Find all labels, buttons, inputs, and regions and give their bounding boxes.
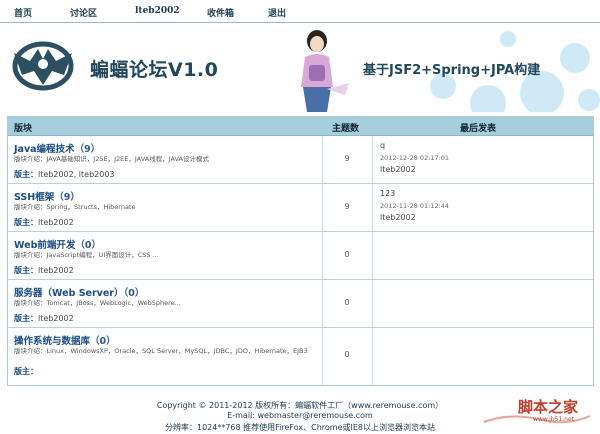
- board-moderators: 版主：lteb2002: [14, 314, 74, 323]
- board-name-link[interactable]: 服务器（Web Server）（0）: [14, 285, 144, 299]
- board-description: 版块介绍：Linux，WindowsXP，Oracle，SQL Server，M…: [14, 347, 308, 355]
- board-moderators: 版主：: [14, 367, 38, 376]
- topic-count: 0: [344, 250, 350, 259]
- nav-forum[interactable]: 讨论区: [70, 6, 97, 19]
- watermark-text: 脚本之家: [517, 398, 578, 416]
- last-post-user[interactable]: lteb2002: [380, 213, 416, 222]
- board-description: 版块介绍：JavaScript编程，UI界面设计，CSS ...: [14, 251, 159, 259]
- banner-slogan: 基于JSF2+Spring+JPA构建: [363, 63, 541, 78]
- bat-logo-icon: [12, 41, 74, 91]
- header-board: 版块: [14, 124, 33, 134]
- board-moderators: 版主：lteb2002, lteb2003: [14, 170, 115, 179]
- topic-count: 9: [344, 154, 350, 163]
- board-name-link[interactable]: Web前端开发（0）: [14, 237, 101, 251]
- header-topics: 主题数: [332, 124, 360, 134]
- board-description: 版块介绍：Tomcat，JBoss，WebLogic，WebSphere...: [14, 299, 181, 307]
- decor-bubble: [500, 31, 516, 47]
- table-row: Java编程技术（9） 版块介绍：JAVA基础知识，J2SE，J2EE，JAVA…: [8, 136, 593, 184]
- board-description: 版块介绍：JAVA基础知识，J2SE，J2EE，JAVA线程，JAVA设计模式: [14, 155, 209, 163]
- board-name-link[interactable]: Java编程技术（9）: [14, 141, 100, 155]
- nav-logout[interactable]: 退出: [268, 6, 286, 19]
- forum-title: 蝙蝠论坛V1.0: [90, 59, 219, 81]
- topic-count: 0: [344, 298, 350, 307]
- decor-bubble: [560, 43, 590, 73]
- nav-home[interactable]: 首页: [14, 6, 32, 19]
- last-post-time: 2012-12-28 02:17:01: [380, 154, 450, 162]
- last-post-title[interactable]: q: [380, 141, 385, 150]
- topic-count: 9: [344, 202, 350, 211]
- board-table: 版块 主题数 最后发表 Java编程技术（9） 版块介绍：JAVA基础知识，J2…: [7, 116, 594, 386]
- decor-bubble: [470, 85, 506, 112]
- last-post-time: 2012-11-28 01:12:44: [380, 202, 450, 210]
- topic-count: 0: [344, 350, 350, 359]
- board-description: 版块介绍：Spring，Structs，Hibernate: [14, 203, 136, 211]
- last-post-title[interactable]: 123: [380, 189, 395, 198]
- nav-user[interactable]: lteb2002: [135, 6, 180, 16]
- watermark-url: www.jb51.net: [533, 416, 574, 423]
- top-nav: 首页 讨论区 lteb2002 收件箱 退出: [0, 0, 600, 23]
- table-row: 服务器（Web Server）（0） 版块介绍：Tomcat，JBoss，Web…: [8, 280, 593, 328]
- header-last-post: 最后发表: [460, 124, 497, 134]
- table-row: 操作系统与数据库（0） 版块介绍：Linux，WindowsXP，Oracle，…: [8, 328, 593, 385]
- nav-inbox[interactable]: 收件箱: [207, 6, 234, 19]
- table-row: SSH框架（9） 版块介绍：Spring，Structs，Hibernate 版…: [8, 184, 593, 232]
- table-row: Web前端开发（0） 版块介绍：JavaScript编程，UI界面设计，CSS …: [8, 232, 593, 280]
- last-post-user[interactable]: lteb2002: [380, 165, 416, 174]
- banner: 蝙蝠论坛V1.0 基于JSF2+Spring+JPA构建: [0, 23, 600, 112]
- table-header: 版块 主题数 最后发表: [8, 117, 593, 136]
- board-moderators: 版主：lteb2002: [14, 218, 74, 227]
- banner-person-illustration: [301, 30, 349, 112]
- board-name-link[interactable]: SSH框架（9）: [14, 189, 80, 203]
- board-name-link[interactable]: 操作系统与数据库（0）: [14, 333, 116, 347]
- decor-bubble: [578, 89, 600, 111]
- board-moderators: 版主：lteb2002: [14, 266, 74, 275]
